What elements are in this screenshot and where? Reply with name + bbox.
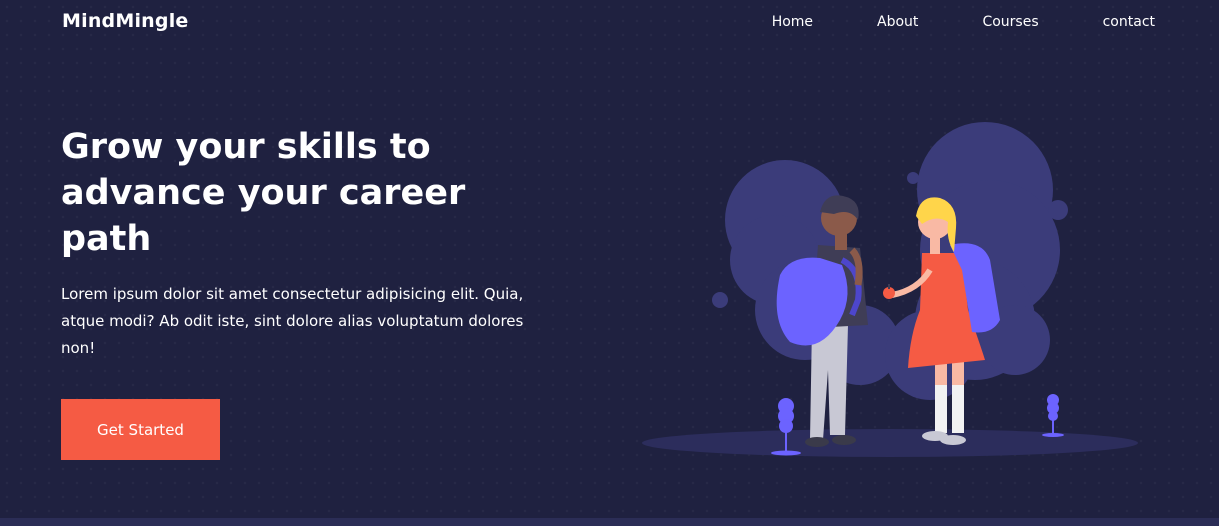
- bottom-divider: [0, 518, 1219, 526]
- hero-title: Grow your skills to advance your career …: [61, 127, 466, 259]
- background-bushes: [712, 122, 1068, 400]
- nav-link-contact[interactable]: contact: [1103, 14, 1155, 30]
- plant-right: [1042, 394, 1064, 437]
- nav-link-about[interactable]: About: [877, 14, 918, 30]
- get-started-button[interactable]: Get Started: [61, 399, 220, 460]
- nav-link-home[interactable]: Home: [772, 14, 813, 30]
- navbar: MindMingle Home About Courses contact: [0, 0, 1219, 46]
- nav-link-courses[interactable]: Courses: [982, 14, 1038, 30]
- nav-links: Home About Courses contact: [772, 14, 1155, 30]
- hero-description: Lorem ipsum dolor sit amet consectetur a…: [61, 285, 524, 357]
- brand-logo[interactable]: MindMingle: [62, 10, 189, 32]
- ground-shadow: [642, 429, 1138, 457]
- students-illustration: [642, 122, 1138, 457]
